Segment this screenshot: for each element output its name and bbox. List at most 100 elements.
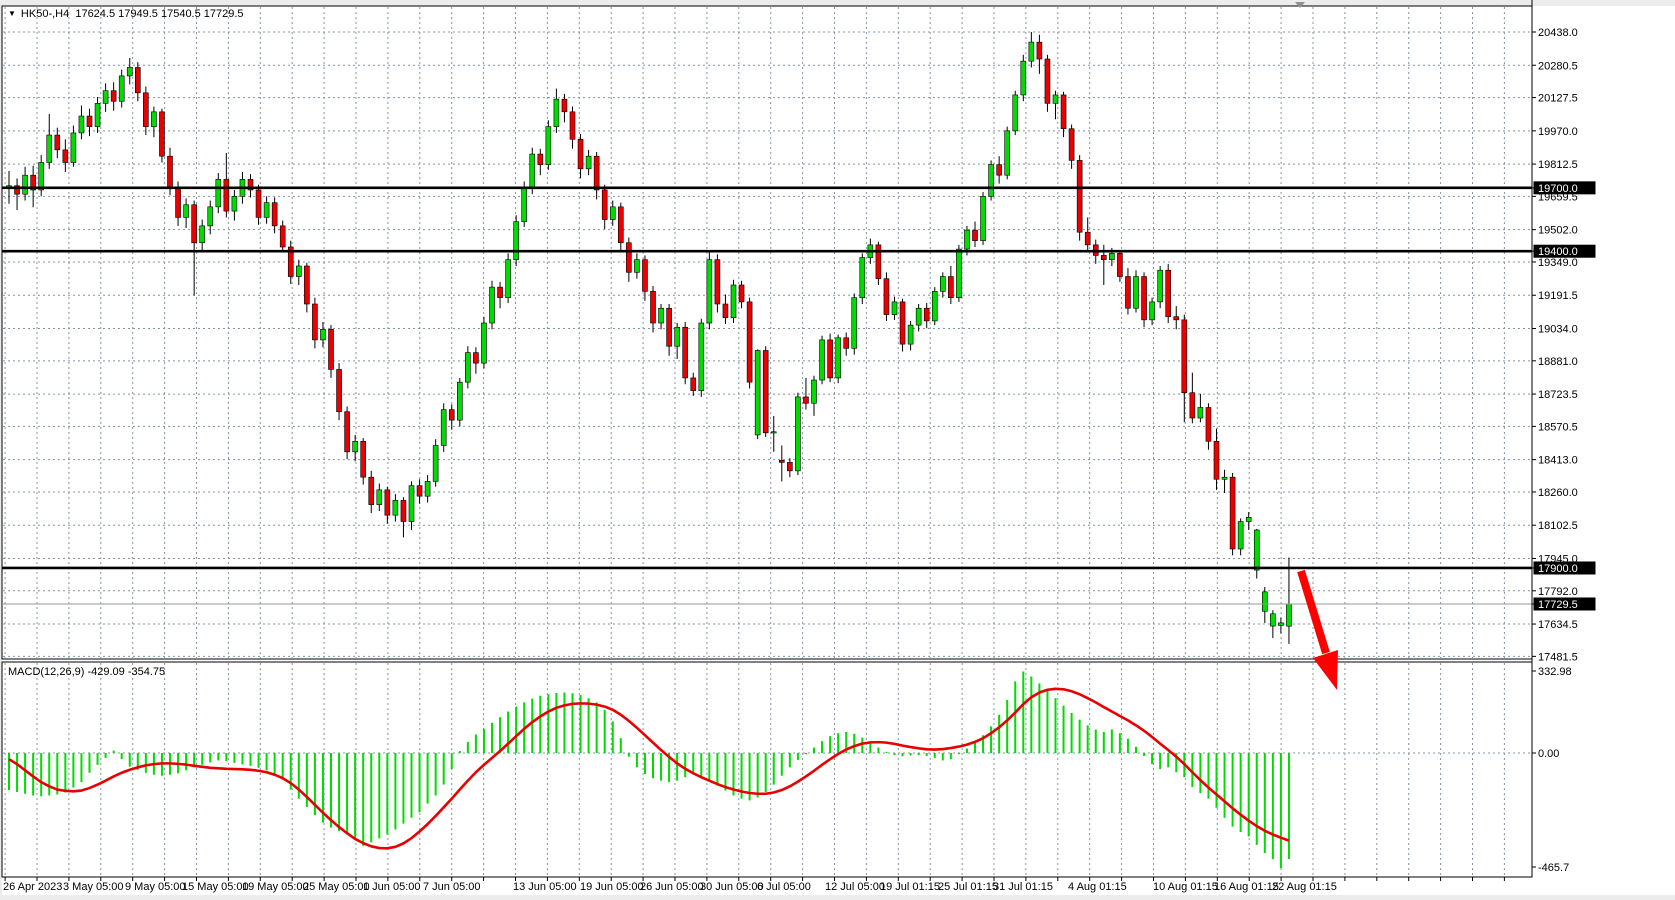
symbol-dropdown-icon[interactable]: ▼ [8, 10, 16, 18]
candle-body [884, 279, 889, 315]
candle-body [256, 190, 261, 217]
candle-body [490, 287, 495, 323]
time-axis-label: 12 Jul 05:00 [825, 881, 885, 893]
candle-body [23, 175, 28, 194]
candle-body [200, 226, 205, 243]
candle-body [119, 76, 124, 101]
time-axis-label: 16 Aug 01:15 [1214, 881, 1279, 893]
candle-body [296, 266, 301, 277]
time-axis-label: 19 Jun 05:00 [580, 881, 644, 893]
candle-body [361, 441, 366, 477]
candle-body [1158, 270, 1163, 302]
candle-body [1230, 477, 1235, 549]
chart-canvas[interactable]: 20438.020280.520127.519970.019812.519700… [0, 0, 1675, 900]
macd-indicator-label: MACD(12,26,9) -429.09 -354.75 [8, 666, 165, 678]
candle-body [1246, 517, 1251, 521]
candle-body [586, 156, 591, 169]
candle-body [1125, 277, 1130, 309]
price-axis-label: 18102.5 [1538, 520, 1578, 532]
candle-body [900, 302, 905, 344]
main-chart-panel[interactable] [2, 6, 1532, 659]
time-axis-label: 25 May 05:00 [303, 881, 370, 893]
candle-body [594, 156, 599, 190]
candle-body [570, 112, 575, 139]
candle-body [465, 353, 470, 383]
price-axis-label: 17634.5 [1538, 619, 1578, 631]
candle-body [1053, 95, 1058, 103]
candle-body [337, 369, 342, 411]
candle-body [667, 308, 672, 346]
candle-body [1005, 131, 1010, 175]
candle-body [47, 135, 52, 162]
candle-body [369, 477, 374, 504]
time-axis-label: 10 Aug 01:15 [1153, 881, 1218, 893]
candle-body [385, 490, 390, 515]
candle-body [192, 205, 197, 243]
candle-body [1190, 393, 1195, 418]
candle-body [836, 338, 841, 378]
candle-body [731, 285, 736, 318]
candle-body [1214, 441, 1219, 479]
candle-body [111, 91, 116, 102]
time-axis-label: 26 Jun 05:00 [640, 881, 704, 893]
candle-body [787, 462, 792, 470]
candle-body [659, 308, 664, 323]
candle-body [63, 150, 68, 163]
candle-body [1254, 530, 1259, 570]
candle-body [1085, 232, 1090, 245]
candle-body [1069, 129, 1074, 161]
candle-body [1270, 614, 1275, 626]
candle-body [522, 188, 527, 222]
price-axis-label: 19970.0 [1538, 126, 1578, 138]
candle-body [280, 226, 285, 247]
time-axis-label: 9 May 05:00 [125, 881, 186, 893]
candle-body [393, 500, 398, 515]
chart-title-text: HK50-,H4 17624.5 17949.5 17540.5 17729.5 [21, 8, 244, 20]
candle-body [1029, 42, 1034, 61]
candle-body [135, 67, 140, 92]
candle-body [747, 302, 752, 382]
candle-body [232, 196, 237, 211]
candle-body [763, 350, 768, 432]
candle-body [457, 382, 462, 420]
candle-body [546, 127, 551, 165]
candle-body [948, 277, 953, 298]
price-axis-label: 18260.0 [1538, 487, 1578, 499]
candle-body [216, 179, 221, 206]
candle-body [812, 380, 817, 403]
candle-body [159, 112, 164, 156]
candle-body [377, 490, 382, 505]
candle-body [1278, 623, 1283, 626]
price-axis-label: 18881.0 [1538, 356, 1578, 368]
candle-body [1077, 160, 1082, 232]
candle-body [1142, 277, 1147, 320]
candle-body [481, 323, 486, 363]
candle-body [1174, 317, 1179, 320]
candle-body [1061, 95, 1066, 129]
price-axis-label: 19191.5 [1538, 290, 1578, 302]
time-axis-label: 4 Aug 01:15 [1068, 881, 1127, 893]
macd-axis-label: 0.00 [1538, 748, 1559, 760]
candle-body [755, 350, 760, 434]
candle-body [1013, 95, 1018, 131]
candle-body [860, 258, 865, 298]
candle-body [1109, 253, 1114, 259]
candle-body [272, 203, 277, 226]
price-axis-label: 19659.5 [1538, 191, 1578, 203]
candle-body [916, 308, 921, 325]
price-axis-label-highlighted: 17900.0 [1538, 563, 1578, 575]
price-axis-label: 19812.5 [1538, 159, 1578, 171]
candle-body [1101, 255, 1106, 259]
candle-body [417, 486, 422, 497]
price-axis-label: 19349.0 [1538, 257, 1578, 269]
time-axis-label: 22 Aug 01:15 [1272, 881, 1337, 893]
candle-body [626, 243, 631, 273]
candle-body [956, 249, 961, 298]
time-axis-label: 13 Jun 05:00 [513, 881, 577, 893]
candle-body [208, 207, 213, 226]
candle-body [1150, 302, 1155, 320]
candle-body [71, 133, 76, 163]
candle-body [908, 325, 913, 344]
price-axis-label: 19502.0 [1538, 225, 1578, 237]
candle-body [675, 327, 680, 346]
